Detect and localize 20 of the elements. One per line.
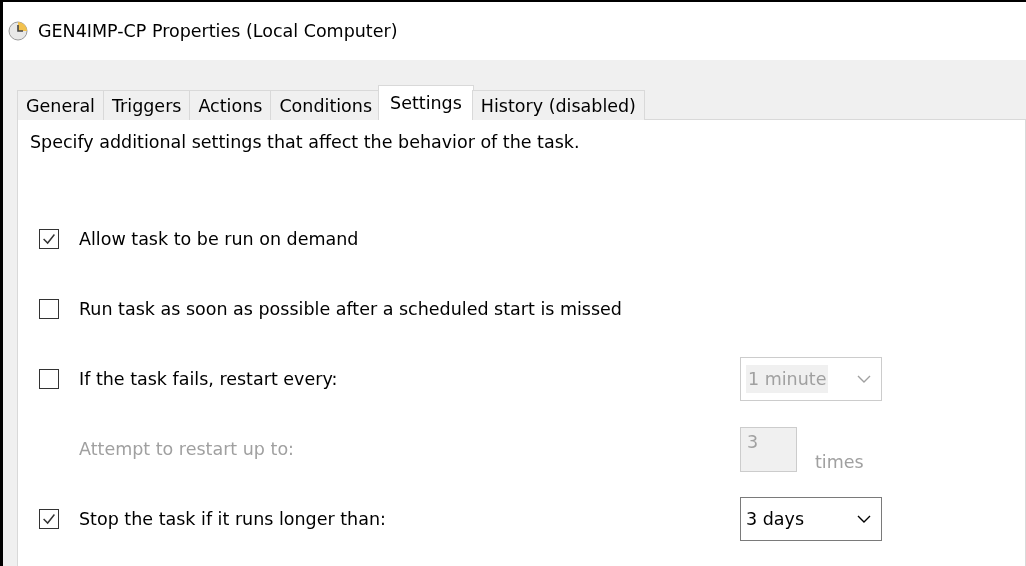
checkbox[interactable] bbox=[39, 299, 59, 319]
tab[interactable]: General bbox=[17, 90, 104, 120]
setting-label: Allow task to be run on demand bbox=[79, 229, 359, 249]
setting-label: Run task as soon as possible after a scheduled start is missed bbox=[79, 299, 622, 319]
tab[interactable]: Settings bbox=[378, 85, 474, 120]
tab[interactable]: Actions bbox=[189, 90, 272, 120]
setting-label: If the task fails, restart every: bbox=[79, 369, 338, 389]
setting-label: Stop the task if it runs longer than: bbox=[79, 509, 386, 529]
duration-dropdown[interactable]: 3 days bbox=[740, 497, 882, 541]
caret-icon bbox=[857, 514, 871, 524]
window-title: GEN4IMP-CP Properties (Local Computer) bbox=[38, 21, 398, 41]
tab[interactable]: Triggers bbox=[102, 90, 191, 120]
unit-label: times bbox=[815, 451, 864, 472]
setting-label: Attempt to restart up to: bbox=[79, 439, 294, 459]
caret-icon bbox=[857, 374, 871, 384]
tab[interactable]: History (disabled) bbox=[471, 90, 645, 120]
checkbox[interactable] bbox=[39, 229, 59, 249]
description-text: Specify additional settings that affect the behavior of the task. bbox=[30, 132, 581, 152]
checkbox[interactable] bbox=[39, 509, 59, 529]
clock-icon bbox=[8, 21, 28, 41]
